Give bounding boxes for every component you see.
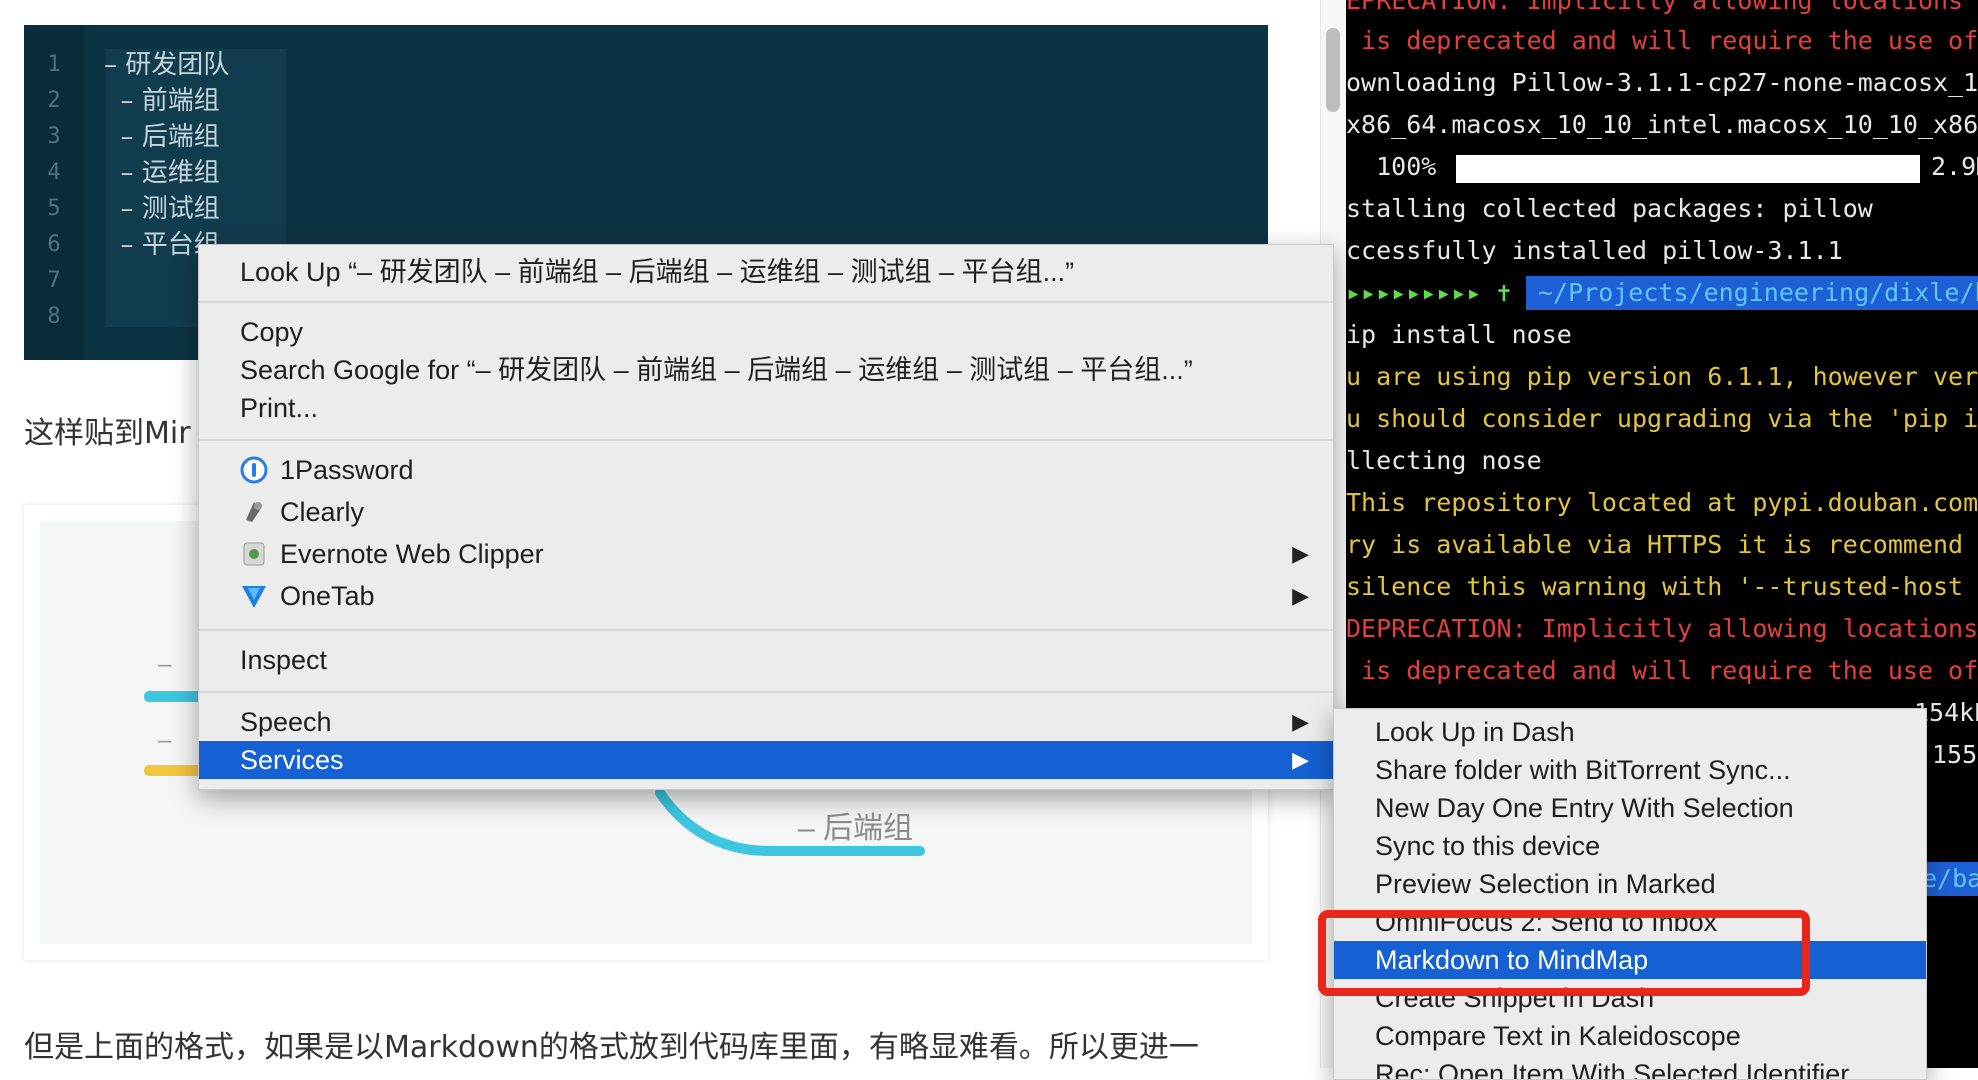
evernote-icon — [243, 542, 265, 566]
menu-separator — [199, 301, 1333, 303]
context-menu: Look Up “– 研发团队 – 前端组 – 后端组 – 运维组 – 测试组 … — [198, 244, 1334, 790]
terminal-fragment: 155k — [1932, 740, 1978, 769]
menu-separator — [199, 629, 1333, 631]
menu-item-lookup[interactable]: Look Up “– 研发团队 – 前端组 – 后端组 – 运维组 – 测试组 … — [199, 251, 1333, 293]
services-item[interactable]: Preview Selection in Marked — [1334, 865, 1926, 903]
1password-icon — [240, 456, 268, 484]
prompt-arrows: ▸▸▸▸▸▸▸▸▸ ✝ — [1346, 278, 1512, 307]
line-number-gutter: 1 2 3 4 5 6 7 8 — [24, 25, 84, 360]
services-item[interactable]: New Day One Entry With Selection — [1334, 789, 1926, 827]
terminal-line: EPRECATION: Implicitly allowing location… — [1346, 0, 1978, 15]
code-line[interactable]: – 测试组 — [104, 191, 220, 227]
menu-item-inspect[interactable]: Inspect — [199, 641, 1333, 679]
line-number: 1 — [47, 52, 61, 77]
terminal-line: ry is available via HTTPS it is recommen… — [1346, 530, 1978, 559]
services-submenu: Look Up in Dash Share folder with BitTor… — [1333, 708, 1927, 1080]
terminal-line: u should consider upgrading via the 'pip… — [1346, 404, 1978, 433]
menu-item-label: Services — [240, 745, 344, 775]
line-number: 4 — [47, 160, 61, 185]
progress-size: 2.9M — [1931, 152, 1978, 181]
terminal-line: 100% | — [1346, 152, 1467, 181]
yellow-branch — [144, 765, 204, 776]
menu-item-1password[interactable]: 1Password — [199, 451, 1333, 489]
prompt-path: ~/Projects/engineering/dixle/bac — [1538, 278, 1978, 307]
line-number: 8 — [47, 304, 61, 329]
article-paragraph: 但是上面的格式，如果是以Markdown的格式放到代码库里面，有略显难看。所以更… — [24, 1030, 1199, 1065]
code-line[interactable]: – 后端组 — [104, 119, 220, 155]
submenu-arrow-icon: ▶ — [1292, 709, 1309, 734]
line-number: 6 — [47, 232, 61, 257]
services-item[interactable]: Look Up in Dash — [1334, 713, 1926, 751]
terminal-line: DEPRECATION: Implicitly allowing locatio… — [1346, 614, 1978, 643]
terminal-line: silence this warning with '--trusted-hos… — [1346, 572, 1978, 601]
menu-item-services[interactable]: Services ▶ — [199, 741, 1333, 779]
menu-separator — [199, 691, 1333, 693]
code-line[interactable]: – 运维组 — [104, 155, 220, 191]
services-item[interactable]: Share folder with BitTorrent Sync... — [1334, 751, 1926, 789]
menu-item-evernote[interactable]: Evernote Web Clipper ▶ — [199, 535, 1333, 573]
menu-item-speech[interactable]: Speech ▶ — [199, 703, 1333, 741]
submenu-arrow-icon: ▶ — [1292, 747, 1309, 772]
cyan-branch — [144, 691, 204, 702]
menu-item-onetab[interactable]: OneTab ▶ — [199, 577, 1333, 615]
terminal-line: ccessfully installed pillow-3.1.1 — [1346, 236, 1843, 265]
menu-item-label: Evernote Web Clipper — [280, 539, 544, 569]
menu-item-label: OneTab — [280, 581, 375, 611]
terminal-fragment: e/bac — [1922, 864, 1978, 893]
menu-item-print[interactable]: Print... — [199, 389, 1333, 427]
onetab-icon — [242, 586, 266, 608]
line-number: 3 — [47, 124, 61, 149]
terminal-line: ownloading Pillow-3.1.1-cp27-none-macosx… — [1346, 68, 1978, 97]
code-line[interactable]: – 前端组 — [104, 83, 220, 119]
menu-item-search-google[interactable]: Search Google for “– 研发团队 – 前端组 – 后端组 – … — [199, 351, 1333, 389]
menu-item-label: Clearly — [280, 497, 365, 527]
menu-item-copy[interactable]: Copy — [199, 313, 1333, 351]
line-number: 7 — [47, 268, 61, 293]
submenu-arrow-icon: ▶ — [1292, 541, 1309, 566]
submenu-arrow-icon: ▶ — [1292, 583, 1309, 608]
scrollbar-thumb[interactable] — [1326, 28, 1340, 112]
code-line[interactable]: – 研发团队 — [104, 47, 229, 83]
services-item[interactable]: Sync to this device — [1334, 827, 1926, 865]
terminal-line: stalling collected packages: pillow — [1346, 194, 1873, 223]
menu-item-clearly[interactable]: Clearly — [199, 493, 1333, 531]
services-item[interactable]: Compare Text in Kaleidoscope — [1334, 1017, 1926, 1055]
mindmap-node: – — [158, 651, 172, 678]
clearly-icon — [246, 502, 262, 522]
terminal-line: is deprecated and will require the use o… — [1346, 26, 1978, 55]
terminal-line: This repository located at pypi.douban.c… — [1346, 488, 1978, 517]
menu-item-label: 1Password — [280, 455, 414, 485]
mindmap-node-backend: – 后端组 — [798, 812, 914, 845]
terminal-line: is deprecated and will require the use o… — [1346, 656, 1978, 685]
article-paragraph: 这样贴到Mir — [24, 416, 191, 451]
terminal-line: u are using pip version 6.1.1, however v… — [1346, 362, 1978, 391]
menu-item-label: Speech — [240, 707, 332, 737]
line-number: 5 — [47, 196, 61, 221]
annotation-highlight-box — [1318, 910, 1810, 996]
line-number: 2 — [47, 88, 61, 113]
mindmap-node: – — [158, 727, 172, 754]
terminal-line: ip install nose — [1346, 320, 1572, 349]
progress-bar — [1456, 155, 1920, 183]
terminal-line: llecting nose — [1346, 446, 1542, 475]
menu-separator — [199, 439, 1333, 441]
terminal-line: x86_64.macosx_10_10_intel.macosx_10_10_x… — [1346, 110, 1978, 139]
